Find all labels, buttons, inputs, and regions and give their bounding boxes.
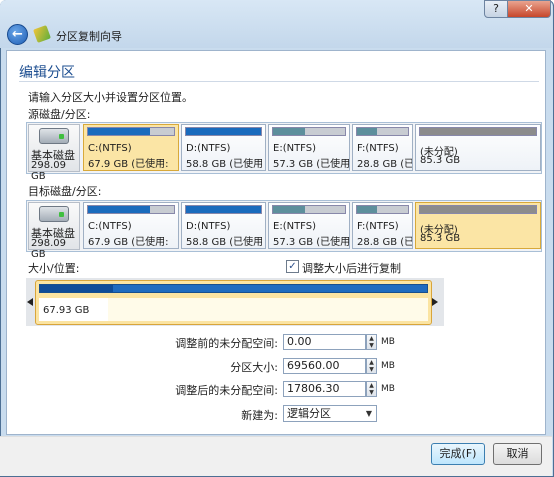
target-partition-4[interactable]: F:(NTFS) 28.8 GB (已使用 bbox=[352, 202, 413, 249]
source-partition-2[interactable]: D:(NTFS) 58.8 GB (已使用 bbox=[181, 124, 266, 171]
unit-label: MB bbox=[381, 337, 395, 347]
partition-detail: 57.3 GB (已使用 bbox=[273, 237, 350, 248]
page-title: 编辑分区 bbox=[19, 65, 75, 81]
hard-disk-icon bbox=[39, 206, 69, 222]
partition-usage-bar bbox=[39, 284, 428, 293]
partition-size-spinner[interactable]: ▲ ▼ bbox=[366, 358, 377, 374]
partition-name: C:(NTFS) bbox=[88, 221, 132, 232]
partition-usage-bar bbox=[272, 205, 346, 214]
target-partition-2[interactable]: D:(NTFS) 58.8 GB (已使用 bbox=[181, 202, 266, 249]
partition-detail: 67.9 GB (已使用: bbox=[88, 237, 169, 248]
target-disk-label: 目标磁盘/分区: bbox=[28, 185, 102, 198]
partition-usage-bar bbox=[272, 127, 346, 136]
target-disk-info[interactable]: 基本磁盘 298.09 GB bbox=[28, 202, 80, 260]
partition-name: C:(NTFS) bbox=[88, 143, 132, 154]
slider-free-area bbox=[108, 298, 428, 321]
window-title: 分区复制向导 bbox=[56, 30, 122, 43]
partition-name: F:(NTFS) bbox=[357, 143, 399, 154]
disk-size: 298.09 GB bbox=[31, 160, 66, 182]
partition-usage-bar bbox=[87, 127, 175, 136]
chevron-down-icon: ▼ bbox=[365, 409, 373, 418]
partition-detail: 85.3 GB bbox=[420, 155, 461, 166]
disk-size: 298.09 GB bbox=[31, 238, 66, 260]
partition-detail: 58.8 GB (已使用 bbox=[186, 159, 264, 170]
partition-size-readout: 67.93 GB bbox=[43, 305, 90, 316]
partition-detail: 28.8 GB (已使用 bbox=[357, 237, 413, 248]
size-position-label: 大小/位置: bbox=[28, 262, 80, 275]
partition-usage-bar bbox=[185, 127, 262, 136]
title-divider bbox=[19, 81, 539, 82]
partition-detail: 85.3 GB bbox=[420, 233, 461, 244]
source-partition-5[interactable]: (未分配) 85.3 GB bbox=[415, 124, 541, 171]
unit-label: MB bbox=[381, 361, 395, 371]
partition-size-input[interactable]: 69560.00 bbox=[283, 358, 366, 374]
partition-usage-bar bbox=[356, 127, 409, 136]
partition-name: D:(NTFS) bbox=[186, 221, 231, 232]
partition-usage-bar bbox=[356, 205, 409, 214]
before-free-input[interactable]: 0.00 bbox=[283, 334, 366, 350]
partition-type-select[interactable]: 逻辑分区 ▼ bbox=[283, 405, 377, 422]
partition-usage-bar bbox=[419, 205, 537, 214]
close-button[interactable]: ✕ bbox=[507, 0, 551, 18]
before-free-spinner[interactable]: ▲ ▼ bbox=[366, 334, 377, 350]
partition-detail: 28.8 GB (已使用 bbox=[357, 159, 413, 170]
hard-disk-icon bbox=[39, 128, 69, 144]
source-disk-label: 源磁盘/分区: bbox=[28, 108, 91, 121]
partition-detail: 67.9 GB (已使用: bbox=[88, 159, 169, 170]
help-button[interactable]: ? bbox=[484, 0, 508, 18]
finish-button[interactable]: 完成(F) bbox=[431, 443, 485, 465]
partition-usage-bar bbox=[87, 205, 175, 214]
partition-usage-bar bbox=[419, 127, 537, 136]
partition-detail: 57.3 GB (已使用 bbox=[273, 159, 350, 170]
new-as-label: 新建为: bbox=[241, 409, 278, 422]
partition-usage-bar bbox=[185, 205, 262, 214]
before-free-label: 调整前的未分配空间: bbox=[175, 337, 278, 350]
target-partition-1[interactable]: C:(NTFS) 67.9 GB (已使用: bbox=[83, 202, 179, 249]
cancel-button[interactable]: 取消 bbox=[493, 443, 542, 465]
after-free-spinner[interactable]: ▲ ▼ bbox=[366, 381, 377, 397]
source-partition-3[interactable]: E:(NTFS) 57.3 GB (已使用 bbox=[268, 124, 350, 171]
partition-name: E:(NTFS) bbox=[273, 143, 317, 154]
partition-size-label: 分区大小: bbox=[230, 361, 278, 374]
partition-type-value: 逻辑分区 bbox=[287, 407, 331, 420]
partition-name: D:(NTFS) bbox=[186, 143, 231, 154]
source-partition-1[interactable]: C:(NTFS) 67.9 GB (已使用: bbox=[83, 124, 179, 171]
copy-after-resize-checkbox[interactable]: ✓ bbox=[286, 260, 299, 273]
source-disk-info[interactable]: 基本磁盘 298.09 GB bbox=[28, 124, 80, 182]
target-partition-5[interactable]: (未分配) 85.3 GB bbox=[415, 202, 541, 249]
partition-detail: 58.8 GB (已使用 bbox=[186, 237, 264, 248]
unit-label: MB bbox=[381, 384, 395, 394]
partition-name: F:(NTFS) bbox=[357, 221, 399, 232]
right-resize-handle[interactable] bbox=[432, 298, 438, 306]
left-resize-handle[interactable] bbox=[27, 298, 33, 306]
source-partition-4[interactable]: F:(NTFS) 28.8 GB (已使用 bbox=[352, 124, 413, 171]
after-free-label: 调整后的未分配空间: bbox=[175, 384, 278, 397]
back-button[interactable]: ← bbox=[7, 24, 28, 45]
instruction-text: 请输入分区大小并设置分区位置。 bbox=[28, 91, 193, 104]
target-partition-3[interactable]: E:(NTFS) 57.3 GB (已使用 bbox=[268, 202, 350, 249]
after-free-input[interactable]: 17806.30 bbox=[283, 381, 366, 397]
copy-after-resize-label: 调整大小后进行复制 bbox=[302, 262, 401, 275]
partition-name: E:(NTFS) bbox=[273, 221, 317, 232]
